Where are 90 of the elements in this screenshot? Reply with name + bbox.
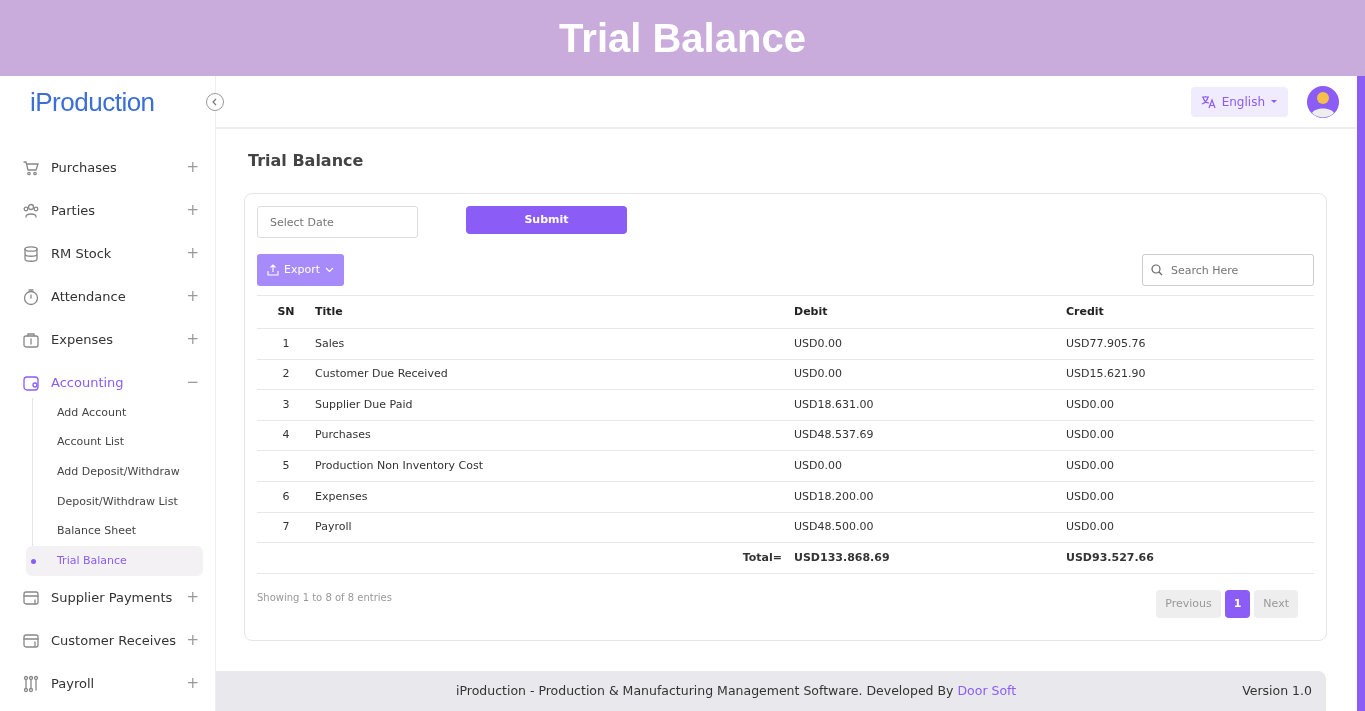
nodes-icon — [22, 674, 40, 693]
table-cell: USD77.905.76 — [1066, 328, 1314, 360]
footer-text: iProduction - Production & Manufacturing Management Software. Developed By Door Soft — [455, 681, 1018, 700]
card-icon — [22, 588, 40, 607]
table-cell: Purchases — [315, 420, 794, 451]
card-icon — [22, 631, 40, 650]
footer-link[interactable]: Door Soft — [957, 682, 1017, 698]
table-cell: USD15.621.90 — [1066, 359, 1314, 390]
table-cell: 4 — [257, 420, 315, 451]
table-cell: USD0.00 — [794, 359, 1066, 390]
submenu-item[interactable]: Deposit/Withdraw List — [33, 487, 215, 517]
expand-icon[interactable]: + — [186, 629, 199, 652]
total-label: Total= — [315, 542, 794, 574]
people-icon — [22, 201, 40, 220]
table-cell: USD18.200.00 — [794, 481, 1066, 513]
table-cell: Payroll — [315, 512, 794, 543]
table-cell: USD0.00 — [1066, 450, 1314, 482]
table-cell: USD48.537.69 — [794, 420, 1066, 451]
language-dropdown[interactable]: English — [1190, 86, 1288, 117]
expand-icon[interactable]: + — [186, 156, 199, 179]
table-cell: USD0.00 — [794, 450, 1066, 482]
table-cell: USD0.00 — [794, 328, 1066, 360]
table-cell: Expenses — [315, 481, 794, 513]
table-cell: 6 — [257, 481, 315, 513]
column-header[interactable]: Credit — [1066, 295, 1314, 329]
sidebar-item[interactable]: Supplier Payments + — [0, 576, 215, 620]
table-cell: USD18.631.00 — [794, 389, 1066, 421]
table-cell: Supplier Due Paid — [315, 389, 794, 421]
collapse-button[interactable] — [206, 93, 224, 111]
upload-icon — [267, 264, 279, 276]
money-bag-icon — [22, 330, 40, 349]
avatar-icon[interactable] — [1307, 85, 1339, 118]
table-cell: Customer Due Received — [315, 359, 794, 390]
chevron-left-icon — [211, 98, 219, 106]
expand-icon[interactable]: + — [186, 285, 199, 308]
sidebar-item[interactable]: Payroll + — [0, 662, 215, 706]
column-header[interactable]: Title — [315, 295, 794, 329]
expand-icon[interactable]: + — [186, 586, 199, 609]
table-cell: Production Non Inventory Cost — [315, 450, 794, 482]
active-dot — [31, 558, 36, 564]
expand-icon[interactable]: + — [186, 199, 199, 222]
database-icon — [22, 244, 40, 263]
sidebar-item[interactable]: Parties + — [0, 189, 215, 232]
column-header[interactable]: SN — [257, 295, 315, 329]
entries-info: Showing 1 to 8 of 8 entries — [257, 590, 392, 605]
total-cell: USD93.527.66 — [1066, 542, 1314, 574]
table-cell: 1 — [257, 328, 315, 360]
submenu-item[interactable]: Balance Sheet — [33, 516, 215, 547]
table-cell: USD0.00 — [1066, 420, 1314, 451]
sidebar-item[interactable]: Expenses + — [0, 318, 215, 361]
collapse-icon[interactable]: − — [186, 371, 199, 394]
translate-icon — [1200, 94, 1217, 109]
table-cell: USD0.00 — [1066, 512, 1314, 543]
submenu-item[interactable]: Trial Balance — [26, 546, 203, 577]
search-field[interactable]: Search Here — [1142, 254, 1314, 286]
table-cell: 5 — [257, 450, 315, 482]
table-cell: USD48.500.00 — [794, 512, 1066, 543]
sidebar-item[interactable]: RM Stock + — [0, 232, 215, 275]
date-field[interactable]: Select Date — [257, 206, 418, 238]
page-button[interactable]: Next — [1254, 589, 1298, 618]
version-text: Version 1.0 — [1242, 681, 1312, 700]
table-cell: 3 — [257, 389, 315, 421]
page-button[interactable]: 1 — [1224, 589, 1251, 618]
wallet-icon — [22, 373, 40, 392]
submenu-item[interactable]: Add Deposit/Withdraw — [33, 457, 215, 488]
expand-icon[interactable]: + — [186, 242, 199, 265]
expand-icon[interactable]: + — [186, 672, 199, 695]
caret-icon — [1270, 99, 1278, 104]
table-cell: USD0.00 — [1066, 481, 1314, 513]
column-header[interactable]: Debit — [794, 295, 1066, 329]
chevron-down-icon — [325, 267, 334, 273]
stopwatch-icon — [22, 287, 40, 306]
logo: iProduction — [29, 85, 156, 119]
export-button[interactable]: Export — [257, 254, 344, 286]
scroll-bar[interactable] — [1357, 76, 1365, 711]
cart-icon — [22, 158, 40, 177]
page-banner-title: Trial Balance — [559, 15, 806, 62]
table-cell: 7 — [257, 512, 315, 543]
page-button[interactable]: Previous — [1156, 589, 1221, 618]
sidebar-item[interactable]: Purchases + — [0, 146, 215, 189]
sidebar-item[interactable]: Attendance + — [0, 275, 215, 318]
sidebar-item[interactable]: Customer Receives + — [0, 619, 215, 663]
table-cell: Sales — [315, 328, 794, 360]
expand-icon[interactable]: + — [186, 328, 199, 351]
table-cell: USD0.00 — [1066, 389, 1314, 421]
page-title: Trial Balance — [248, 150, 365, 172]
submit-button[interactable]: Submit — [466, 206, 627, 234]
total-cell: USD133.868.69 — [794, 542, 1066, 574]
submenu-item[interactable]: Account List — [33, 427, 215, 458]
table-cell: 2 — [257, 359, 315, 390]
